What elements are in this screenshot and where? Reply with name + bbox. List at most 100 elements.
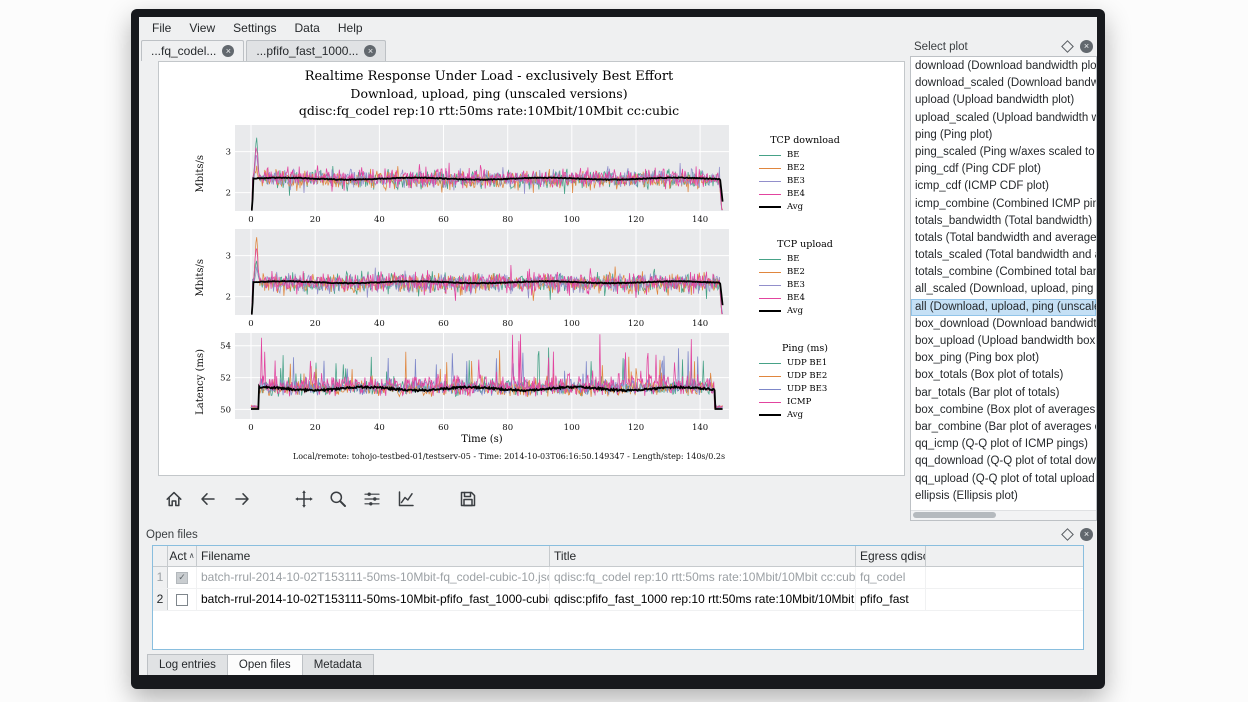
plot-list-item-16[interactable]: box_upload (Upload bandwidth box plo [911, 333, 1096, 350]
customize-button[interactable] [395, 488, 417, 510]
bottom-tab-log-entries[interactable]: Log entries [147, 654, 228, 675]
menu-file[interactable]: File [143, 18, 180, 38]
plot-list-item-13[interactable]: all_scaled (Download, upload, ping (scal… [911, 281, 1096, 298]
save-icon [458, 489, 478, 509]
plot-list-item-9[interactable]: totals_bandwidth (Total bandwidth) [911, 213, 1096, 230]
subplot-ping: Latency (ms)020406080100120140505254Ping… [195, 330, 904, 434]
plot-list-item-25[interactable]: ellipsis (Ellipsis plot) [911, 488, 1096, 505]
plot-list-item-15[interactable]: box_download (Download bandwidth b [911, 316, 1096, 333]
plot-list-item-5[interactable]: ping_scaled (Ping w/axes scaled to remo [911, 144, 1096, 161]
legend-entry: BE [759, 149, 887, 162]
legend-line-swatch [759, 194, 781, 195]
zoom-button[interactable] [327, 488, 349, 510]
plot-canvas-ping[interactable]: 020406080100120140505254 [209, 330, 749, 434]
menu-bar: FileViewSettingsDataHelp [139, 17, 1097, 39]
plot-canvas-tcp-download[interactable]: 02040608010012014023 [209, 122, 749, 226]
menu-help[interactable]: Help [329, 18, 372, 38]
pan-icon [294, 489, 314, 509]
plot-list-item-17[interactable]: box_ping (Ping box plot) [911, 350, 1096, 367]
plot-list-item-7[interactable]: icmp_cdf (ICMP CDF plot) [911, 178, 1096, 195]
column-header-title[interactable]: Title [550, 546, 856, 566]
select-plot-dock-header: Select plot × [910, 38, 1097, 55]
plot-list-item-21[interactable]: bar_combine (Bar plot of averages of sev [911, 419, 1096, 436]
plot-list-item-2[interactable]: upload (Upload bandwidth plot) [911, 92, 1096, 109]
title-cell[interactable]: qdisc:fq_codel rep:10 rtt:50ms rate:10Mb… [550, 567, 856, 588]
plot-list-item-24[interactable]: qq_upload (Q-Q plot of total upload ban [911, 471, 1096, 488]
forward-button[interactable] [231, 488, 253, 510]
plot-list-item-23[interactable]: qq_download (Q-Q plot of total downloa [911, 453, 1096, 470]
pan-button[interactable] [293, 488, 315, 510]
figure-subplots: Mbits/s02040608010012014023TCP downloadB… [159, 122, 904, 434]
legend-line-swatch [759, 389, 781, 390]
plot-tab-1[interactable]: ...pfifo_fast_1000...× [246, 40, 386, 61]
legend-label: BE3 [787, 280, 805, 290]
legend-line-swatch [759, 168, 781, 169]
legend-label: BE2 [787, 267, 805, 277]
legend-label: Avg [787, 202, 803, 212]
egress-qdisc-cell[interactable]: pfifo_fast [856, 589, 926, 610]
svg-text:3: 3 [226, 148, 231, 158]
menu-view[interactable]: View [180, 18, 224, 38]
svg-text:52: 52 [220, 374, 231, 384]
legend-entry: BE4 [759, 188, 887, 201]
plot-canvas-tcp-upload[interactable]: 02040608010012014023 [209, 226, 749, 330]
menu-settings[interactable]: Settings [224, 18, 285, 38]
svg-text:0: 0 [248, 319, 253, 329]
svg-text:120: 120 [628, 319, 644, 329]
back-button[interactable] [197, 488, 219, 510]
save-button[interactable] [457, 488, 479, 510]
row-number[interactable]: 1 [153, 567, 168, 588]
float-panel-icon[interactable] [1061, 528, 1074, 541]
plot-list-item-14[interactable]: all (Download, upload, ping (unscaled ve [911, 299, 1096, 316]
matplotlib-toolbar [163, 481, 491, 517]
home-icon [164, 489, 184, 509]
plot-list-item-18[interactable]: box_totals (Box plot of totals) [911, 367, 1096, 384]
menu-data[interactable]: Data [286, 18, 329, 38]
close-panel-icon[interactable]: × [1080, 528, 1093, 541]
legend-entry: UDP BE2 [759, 370, 887, 383]
active-checkbox[interactable] [176, 594, 188, 606]
plot-list-item-0[interactable]: download (Download bandwidth plot) [911, 58, 1096, 75]
legend-tcp-download: TCP downloadBEBE2BE3BE4Avg [749, 135, 887, 214]
scrollbar-thumb[interactable] [913, 512, 996, 518]
svg-text:2: 2 [226, 293, 231, 303]
tab-close-icon[interactable]: × [222, 45, 234, 57]
legend-label: UDP BE3 [787, 384, 827, 394]
tab-close-icon[interactable]: × [364, 45, 376, 57]
row-number[interactable]: 2 [153, 589, 168, 610]
plot-list-item-4[interactable]: ping (Ping plot) [911, 127, 1096, 144]
bottom-tab-open-files[interactable]: Open files [228, 654, 303, 675]
legend-label: BE [787, 254, 799, 264]
active-checkbox[interactable]: ✓ [176, 572, 188, 584]
column-header-act[interactable]: Act∧ [168, 546, 197, 566]
svg-text:50: 50 [220, 405, 231, 415]
svg-text:120: 120 [628, 423, 644, 433]
open-file-row-2[interactable]: 2 batch-rrul-2014-10-02T153111-50ms-10Mbi… [153, 589, 1083, 611]
subplots-button[interactable] [361, 488, 383, 510]
plot-list-item-3[interactable]: upload_scaled (Upload bandwidth w/axe [911, 110, 1096, 127]
column-header-filename[interactable]: Filename [197, 546, 550, 566]
plot-list-item-22[interactable]: qq_icmp (Q-Q plot of ICMP pings) [911, 436, 1096, 453]
home-button[interactable] [163, 488, 185, 510]
filename-cell[interactable]: batch-rrul-2014-10-02T153111-50ms-10Mbit… [197, 567, 550, 588]
title-cell[interactable]: qdisc:pfifo_fast_1000 rep:10 rtt:50ms ra… [550, 589, 856, 610]
plot-list-item-19[interactable]: bar_totals (Bar plot of totals) [911, 385, 1096, 402]
close-panel-icon[interactable]: × [1080, 40, 1093, 53]
float-panel-icon[interactable] [1061, 40, 1074, 53]
column-header-egress-qdisc[interactable]: Egress qdisc [856, 546, 926, 566]
plot-list-item-1[interactable]: download_scaled (Download bandwidth [911, 75, 1096, 92]
bottom-tab-metadata[interactable]: Metadata [303, 654, 374, 675]
plot-list-item-6[interactable]: ping_cdf (Ping CDF plot) [911, 161, 1096, 178]
plot-list-item-20[interactable]: box_combine (Box plot of averages of se [911, 402, 1096, 419]
open-file-row-1[interactable]: 1 ✓ batch-rrul-2014-10-02T153111-50ms-10Mb… [153, 567, 1083, 589]
plot-list-hscrollbar[interactable] [911, 510, 1096, 520]
plot-list-item-8[interactable]: icmp_combine (Combined ICMP ping pl [911, 196, 1096, 213]
egress-qdisc-cell[interactable]: fq_codel [856, 567, 926, 588]
plot-list-item-10[interactable]: totals (Total bandwidth and average pin [911, 230, 1096, 247]
plot-list-item-11[interactable]: totals_scaled (Total bandwidth and aver [911, 247, 1096, 264]
plot-tab-0[interactable]: ...fq_codel...× [141, 40, 244, 61]
svg-text:140: 140 [692, 319, 708, 329]
plot-list-item-12[interactable]: totals_combine (Combined total bandw [911, 264, 1096, 281]
svg-text:80: 80 [502, 319, 513, 329]
filename-cell[interactable]: batch-rrul-2014-10-02T153111-50ms-10Mbit… [197, 589, 550, 610]
